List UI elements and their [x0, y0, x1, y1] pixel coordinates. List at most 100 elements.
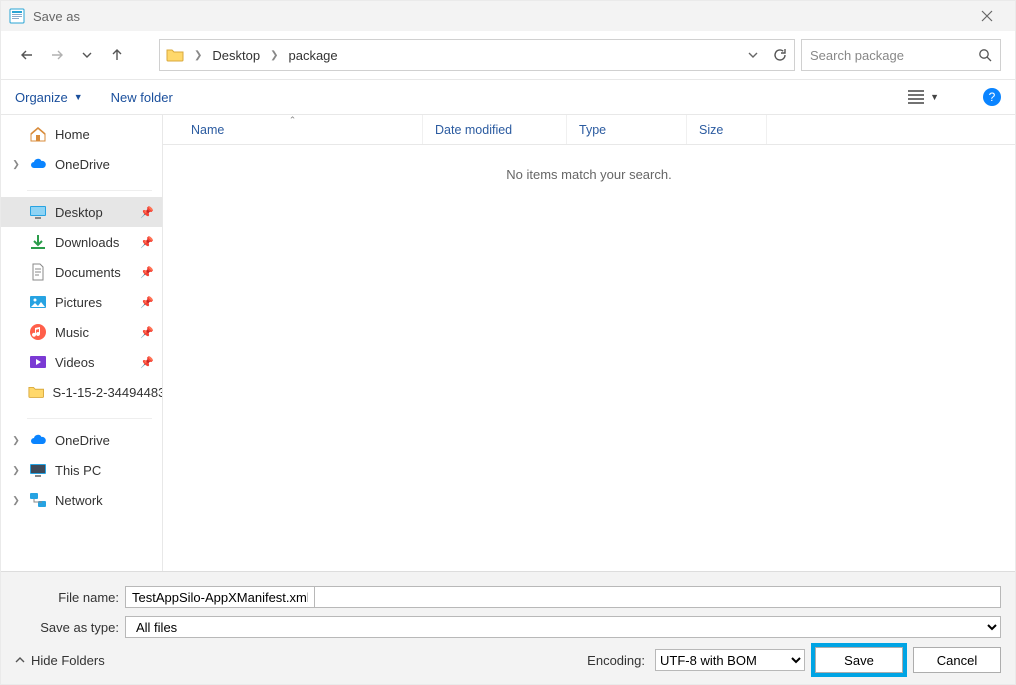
search-icon — [978, 48, 992, 62]
close-button[interactable] — [967, 2, 1007, 30]
column-headers: Name ⌃ Date modified Type Size — [163, 115, 1015, 145]
new-folder-button[interactable]: New folder — [111, 90, 173, 105]
sidebar-item-label: Music — [55, 325, 89, 340]
expand-icon[interactable]: ❯ — [11, 159, 21, 170]
sidebar-item-label: This PC — [55, 463, 101, 478]
dropdown-arrow-icon: ▼ — [930, 92, 939, 102]
cloud-icon — [29, 431, 47, 449]
sidebar-item-label: Videos — [55, 355, 95, 370]
sidebar-item-videos[interactable]: Videos 📌 — [1, 347, 162, 377]
column-label: Size — [699, 123, 723, 137]
encoding-label: Encoding: — [587, 653, 645, 668]
sidebar-item-label: Documents — [55, 265, 121, 280]
search-input[interactable]: Search package — [801, 39, 1001, 71]
hide-folders-label: Hide Folders — [31, 653, 105, 668]
chevron-right-icon: ❯ — [194, 50, 202, 61]
nav-row: ❯ Desktop ❯ package Search package — [1, 31, 1015, 79]
sidebar-item-onedrive[interactable]: ❯ OneDrive — [1, 149, 162, 179]
up-button[interactable] — [105, 43, 129, 67]
expand-icon[interactable]: ❯ — [11, 435, 21, 446]
column-label: Type — [579, 123, 606, 137]
window-title: Save as — [33, 9, 80, 24]
sidebar-item-sid[interactable]: S-1-15-2-344944837 — [1, 377, 162, 407]
pin-icon: 📌 — [140, 236, 154, 249]
expand-icon[interactable]: ❯ — [11, 465, 21, 476]
column-size[interactable]: Size — [687, 115, 767, 144]
filename-input-rest[interactable] — [315, 586, 1001, 608]
music-icon — [29, 323, 47, 341]
empty-message: No items match your search. — [163, 145, 1015, 182]
sidebar-item-label: Home — [55, 127, 90, 142]
sort-indicator-icon: ⌃ — [289, 115, 297, 126]
titlebar: Save as — [1, 1, 1015, 31]
sidebar-item-label: OneDrive — [55, 433, 110, 448]
pin-icon: 📌 — [140, 296, 154, 309]
back-button[interactable] — [15, 43, 39, 67]
chevron-down-icon[interactable] — [748, 50, 758, 60]
arrow-left-icon — [19, 47, 35, 63]
sidebar-item-onedrive2[interactable]: ❯ OneDrive — [1, 425, 162, 455]
breadcrumb[interactable]: package — [288, 48, 337, 63]
search-placeholder: Search package — [810, 48, 904, 63]
breadcrumb[interactable]: Desktop — [212, 48, 260, 63]
saveastype-label: Save as type: — [15, 620, 125, 635]
videos-icon — [29, 353, 47, 371]
cloud-icon — [29, 155, 47, 173]
chevron-up-icon — [15, 655, 25, 665]
bottom-panel: File name: Save as type: All files Hide … — [1, 571, 1015, 684]
sidebar: Home ❯ OneDrive Desktop 📌 Downloads 📌 — [1, 115, 163, 571]
pin-icon: 📌 — [140, 266, 154, 279]
pin-icon: 📌 — [140, 356, 154, 369]
chevron-right-icon: ❯ — [270, 50, 278, 61]
sidebar-item-thispc[interactable]: ❯ This PC — [1, 455, 162, 485]
sidebar-item-label: OneDrive — [55, 157, 110, 172]
organize-label: Organize — [15, 90, 68, 105]
sidebar-item-documents[interactable]: Documents 📌 — [1, 257, 162, 287]
pictures-icon — [29, 293, 47, 311]
close-icon — [981, 10, 993, 22]
sidebar-item-label: Downloads — [55, 235, 119, 250]
sidebar-item-downloads[interactable]: Downloads 📌 — [1, 227, 162, 257]
saveastype-select[interactable]: All files — [125, 616, 1001, 638]
filename-input[interactable] — [125, 586, 315, 608]
sidebar-item-label: Pictures — [55, 295, 102, 310]
sidebar-item-desktop[interactable]: Desktop 📌 — [1, 197, 162, 227]
arrow-right-icon — [49, 47, 65, 63]
computer-icon — [29, 461, 47, 479]
app-icon — [9, 8, 25, 24]
network-icon — [29, 491, 47, 509]
hide-folders-button[interactable]: Hide Folders — [15, 653, 105, 668]
column-type[interactable]: Type — [567, 115, 687, 144]
cancel-button[interactable]: Cancel — [913, 647, 1001, 673]
arrow-up-icon — [109, 47, 125, 63]
view-menu[interactable]: ▼ — [908, 90, 939, 104]
help-icon: ? — [989, 90, 996, 104]
pin-icon: 📌 — [140, 326, 154, 339]
column-date[interactable]: Date modified — [423, 115, 567, 144]
home-icon — [29, 125, 47, 143]
save-button[interactable]: Save — [815, 647, 903, 673]
file-list: Name ⌃ Date modified Type Size No items m… — [163, 115, 1015, 571]
filename-label: File name: — [15, 590, 125, 605]
organize-menu[interactable]: Organize ▼ — [15, 90, 83, 105]
encoding-select[interactable]: UTF-8 with BOM — [655, 649, 805, 671]
sidebar-item-pictures[interactable]: Pictures 📌 — [1, 287, 162, 317]
folder-icon — [28, 383, 44, 401]
sidebar-item-network[interactable]: ❯ Network — [1, 485, 162, 515]
column-label: Name — [191, 123, 224, 137]
recent-button[interactable] — [75, 43, 99, 67]
column-name[interactable]: Name ⌃ — [163, 115, 423, 144]
sidebar-item-home[interactable]: Home — [1, 119, 162, 149]
address-bar[interactable]: ❯ Desktop ❯ package — [159, 39, 795, 71]
folder-icon — [166, 46, 184, 64]
sidebar-item-music[interactable]: Music 📌 — [1, 317, 162, 347]
sidebar-item-label: Desktop — [55, 205, 103, 220]
dropdown-arrow-icon: ▼ — [74, 92, 83, 102]
sidebar-item-label: Network — [55, 493, 103, 508]
desktop-icon — [29, 203, 47, 221]
help-button[interactable]: ? — [983, 88, 1001, 106]
sidebar-item-label: S-1-15-2-344944837 — [53, 385, 162, 400]
refresh-icon[interactable] — [772, 47, 788, 63]
expand-icon[interactable]: ❯ — [11, 495, 21, 506]
forward-button[interactable] — [45, 43, 69, 67]
